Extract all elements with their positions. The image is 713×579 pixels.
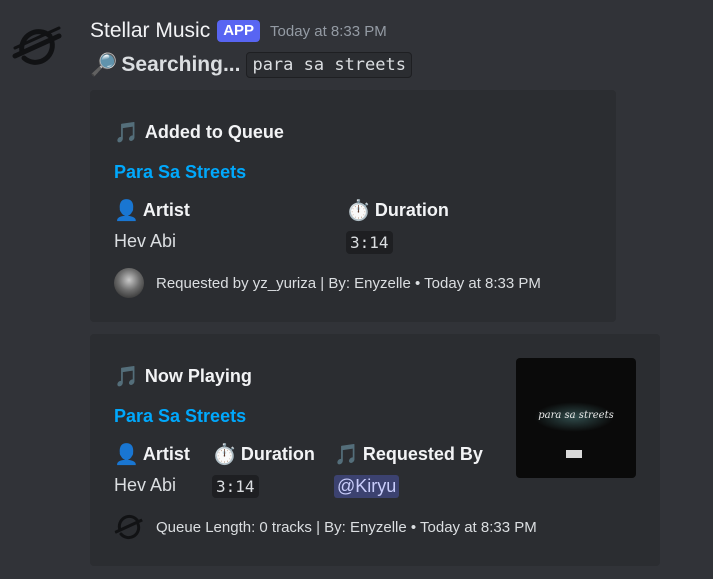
field-duration: ⏱️ Duration 3:14 <box>212 442 315 498</box>
embed-title-text: Now Playing <box>144 366 252 386</box>
stellar-logo-icon <box>114 514 144 540</box>
field-name: Artist <box>142 200 190 220</box>
track-title-link[interactable]: Para Sa Streets <box>114 162 246 183</box>
thumbnail-text: para sa streets <box>538 410 614 421</box>
footer-text: Requested by yz_yuriza | By: Enyzelle • … <box>156 274 541 292</box>
album-thumbnail[interactable]: para sa streets <box>516 358 636 478</box>
person-icon: 👤 <box>114 200 139 222</box>
duration-value: 3:14 <box>212 475 259 498</box>
duration-value: 3:14 <box>346 231 393 254</box>
field-artist: 👤 Artist Hev Abi <box>114 442 190 496</box>
embed-title: 🎵 Added to Queue <box>114 120 284 145</box>
search-status: 🔎 Searching... para sa streets <box>90 48 412 82</box>
field-name: Duration <box>240 444 315 464</box>
message-header: Stellar Music APP Today at 8:33 PM <box>90 16 387 46</box>
field-name: Duration <box>374 200 449 220</box>
added-to-queue-embed: 🎵 Added to Queue Para Sa Streets 👤 Artis… <box>90 90 616 322</box>
embed-footer: Queue Length: 0 tracks | By: Enyzelle • … <box>114 512 537 542</box>
embed-title-text: Added to Queue <box>144 122 284 142</box>
music-note-icon: 🎵 <box>334 444 359 466</box>
field-value: Hev Abi <box>114 231 177 251</box>
music-note-icon: 🎵 <box>114 122 139 144</box>
magnifier-icon: 🔎 <box>90 52 118 77</box>
field-name: Artist <box>142 444 190 464</box>
user-mention[interactable]: @Kiryu <box>334 475 400 498</box>
advisory-label-icon <box>566 450 582 458</box>
field-name: Requested By <box>362 444 483 464</box>
field-duration: ⏱️ Duration 3:14 <box>346 198 449 254</box>
bot-avatar-icon[interactable] <box>12 22 62 72</box>
message-timestamp[interactable]: Today at 8:33 PM <box>270 23 387 40</box>
embed-footer: Requested by yz_yuriza | By: Enyzelle • … <box>114 268 541 298</box>
stopwatch-icon: ⏱️ <box>212 444 237 466</box>
field-requested-by: 🎵 Requested By @Kiryu <box>334 442 483 498</box>
track-title-link[interactable]: Para Sa Streets <box>114 406 246 427</box>
requester-avatar-icon <box>114 268 144 298</box>
search-query: para sa streets <box>246 52 412 78</box>
person-icon: 👤 <box>114 444 139 466</box>
field-value: Hev Abi <box>114 475 177 495</box>
now-playing-embed: 🎵 Now Playing Para Sa Streets 👤 Artist H… <box>90 334 660 566</box>
field-artist: 👤 Artist Hev Abi <box>114 198 190 252</box>
bot-username[interactable]: Stellar Music <box>90 19 210 43</box>
app-badge: APP <box>217 20 261 42</box>
footer-text: Queue Length: 0 tracks | By: Enyzelle • … <box>156 518 537 536</box>
music-note-icon: 🎵 <box>114 366 139 388</box>
embed-title: 🎵 Now Playing <box>114 364 252 389</box>
search-label: Searching... <box>121 53 241 76</box>
stopwatch-icon: ⏱️ <box>346 200 371 222</box>
